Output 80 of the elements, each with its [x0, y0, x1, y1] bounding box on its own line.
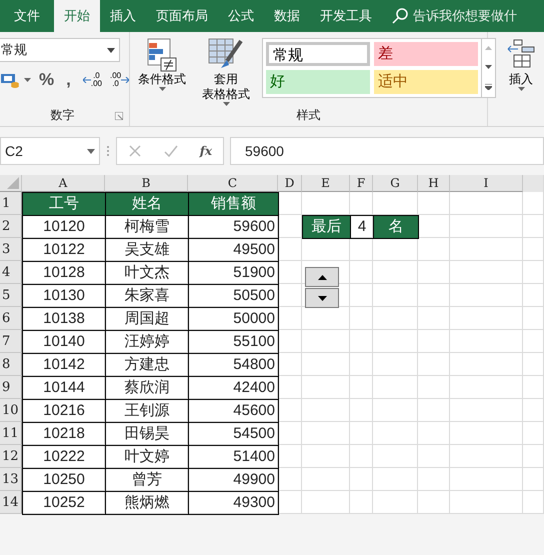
dialog-launcher-icon[interactable] [115, 112, 123, 120]
ribbon-tab[interactable]: 文件 [0, 0, 54, 32]
row-header[interactable]: 13 [0, 468, 22, 491]
row-header[interactable]: 6 [0, 307, 22, 330]
row-header[interactable]: 14 [0, 491, 22, 514]
row-header[interactable]: 8 [0, 353, 22, 376]
header-cell: 工号 [22, 192, 106, 216]
ribbon-tab[interactable]: 数据 [264, 0, 310, 32]
ribbon-tab[interactable]: 页面布局 [146, 0, 218, 32]
insert-function-button[interactable]: fx [200, 142, 212, 160]
spin-up-button[interactable] [305, 267, 339, 287]
gallery-scrollbar[interactable] [482, 38, 496, 98]
column-header[interactable]: C [188, 175, 278, 192]
table-cell: 10252 [22, 491, 106, 515]
up-caret-icon [485, 46, 492, 50]
spin-down-button[interactable] [305, 288, 339, 308]
check-icon[interactable] [164, 144, 178, 158]
column-header[interactable]: F [350, 175, 373, 192]
row-header[interactable]: 7 [0, 330, 22, 353]
cell-style-option[interactable]: 适中 [374, 70, 478, 94]
table-cell: 49300 [188, 491, 279, 515]
row-header[interactable]: 12 [0, 445, 22, 468]
number-format-dropdown[interactable]: 常规 [0, 38, 120, 62]
group-label: 数字 [50, 107, 74, 124]
row-header[interactable]: 11 [0, 422, 22, 445]
increase-decimal-button[interactable]: .00 .0 [110, 72, 130, 88]
caret-icon [107, 48, 115, 52]
table-format-button[interactable]: 套用 表格格式 [198, 38, 254, 106]
cell-style-option[interactable]: 常规 [266, 42, 370, 66]
ribbon-tab[interactable]: 插入 [100, 0, 146, 32]
caret-icon [24, 78, 31, 82]
formula-input[interactable]: 59600 [230, 137, 544, 165]
conditional-format-button[interactable]: 条件格式 [134, 38, 190, 91]
row-header[interactable]: 4 [0, 261, 22, 284]
caret-icon [158, 87, 166, 91]
conditional-format-icon [147, 38, 177, 72]
caret-icon [87, 148, 95, 154]
ribbon-tab[interactable]: 公式 [218, 0, 264, 32]
row-header[interactable]: 3 [0, 238, 22, 261]
cell-style-option[interactable]: 好 [266, 70, 370, 94]
accounting-format-button[interactable] [0, 72, 31, 88]
column-header[interactable]: B [105, 175, 188, 192]
column-header[interactable]: A [22, 175, 105, 192]
ribbon-tab[interactable]: 开发工具 [310, 0, 382, 32]
caret-icon [485, 64, 492, 69]
number-style-button[interactable]: , [62, 70, 75, 90]
decrease-decimal-button[interactable]: .0 .00 [82, 72, 102, 88]
header-cell: 姓名 [105, 192, 189, 216]
column-header[interactable]: E [302, 175, 350, 192]
row-header[interactable]: 10 [0, 399, 22, 422]
cancel-icon[interactable] [128, 144, 142, 158]
group-label: 样式 [296, 107, 322, 124]
row-header[interactable]: 5 [0, 284, 22, 307]
caret-icon [518, 87, 524, 91]
insert-cells-button[interactable]: 插入 [502, 38, 540, 91]
up-triangle-icon [318, 274, 326, 280]
row-header[interactable]: 9 [0, 376, 22, 399]
name-box[interactable]: C2 [0, 137, 100, 165]
arrow-icon [82, 77, 91, 83]
label-cell: 名 [373, 215, 419, 239]
row-header[interactable]: 1 [0, 192, 22, 215]
label-cell: 最后 [302, 215, 351, 239]
search-icon [392, 8, 408, 24]
number-style-button[interactable]: % [35, 70, 58, 90]
arrow-icon [121, 77, 130, 83]
more-icon [485, 84, 492, 90]
triangle-icon [7, 177, 19, 189]
column-header[interactable]: I [450, 175, 523, 192]
caret-icon [222, 102, 230, 106]
column-header[interactable]: D [278, 175, 302, 192]
ribbon-tab[interactable]: 开始 [54, 0, 100, 32]
select-all-button[interactable] [0, 175, 22, 192]
row-header[interactable]: 2 [0, 215, 22, 238]
header-cell: 销售额 [188, 192, 279, 216]
tell-me-search[interactable]: 告诉我你想要做什 [382, 0, 523, 32]
drag-handle-icon[interactable] [106, 145, 110, 157]
column-header[interactable]: G [373, 175, 418, 192]
column-header[interactable]: H [418, 175, 450, 192]
down-triangle-icon [318, 296, 326, 300]
cell-style-option[interactable]: 差 [374, 42, 478, 66]
